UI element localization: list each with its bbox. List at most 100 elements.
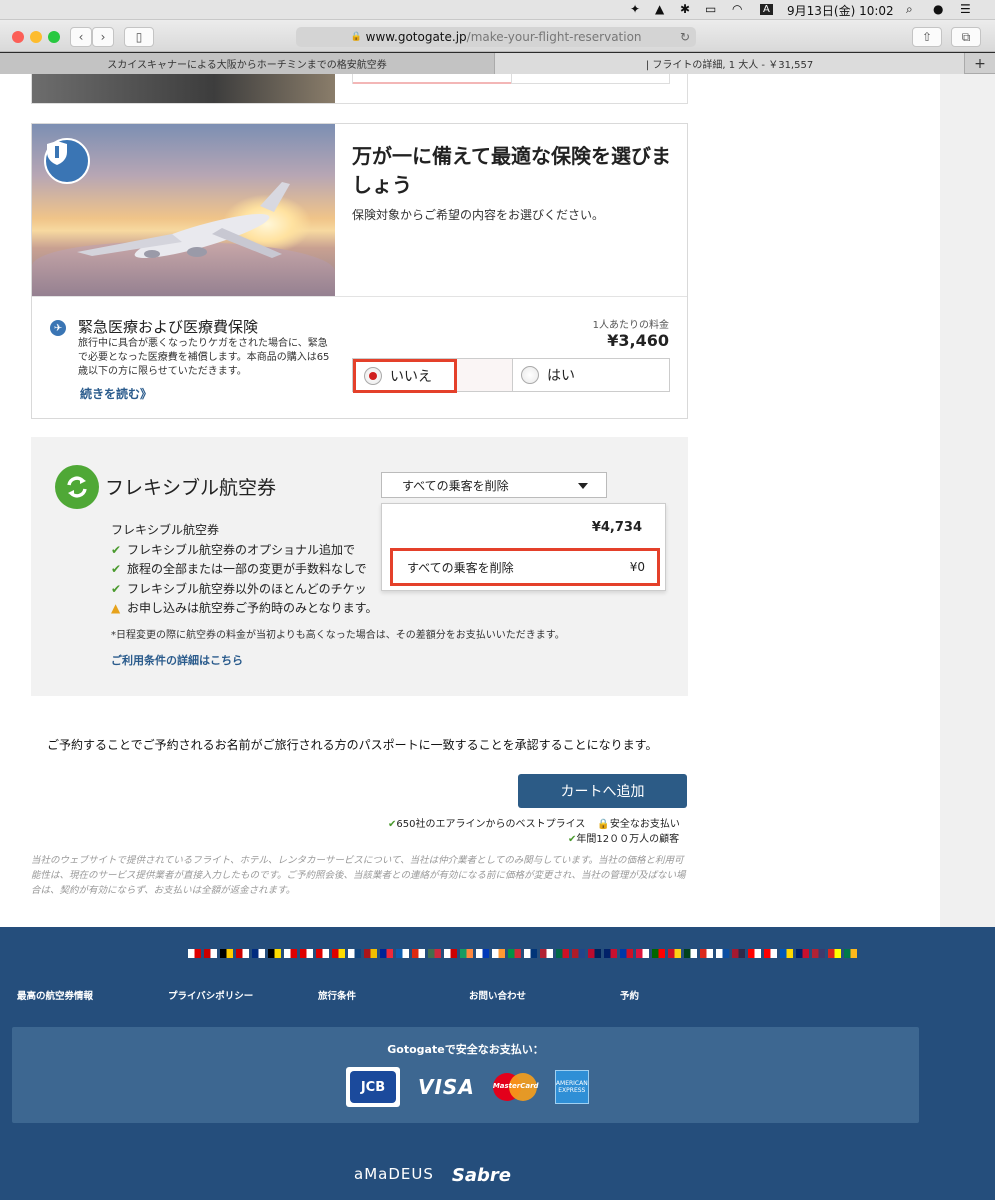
- country-flag-icon[interactable]: [364, 949, 377, 958]
- disclaimer-text: 当社のウェブサイトで提供されているフライト、ホテル、レンタカーサービスについて、…: [31, 855, 686, 896]
- country-flag-icon[interactable]: [220, 949, 233, 958]
- list-item: ✔ フレキシブル航空券以外のほとんどのチケッ: [111, 580, 377, 600]
- country-flag-icon[interactable]: [316, 949, 329, 958]
- airplay-icon[interactable]: ▭: [705, 2, 716, 16]
- best-price-badge: ✔650社のエアラインからのベストプライス: [388, 815, 585, 830]
- option-yes[interactable]: はい: [512, 359, 670, 391]
- country-flag-icon[interactable]: [188, 949, 201, 958]
- zoom-window-button[interactable]: [48, 31, 60, 43]
- country-flag-icon[interactable]: [252, 949, 265, 958]
- country-flag-icon[interactable]: [300, 949, 313, 958]
- country-flag-icon[interactable]: [796, 949, 809, 958]
- country-flag-icon[interactable]: [828, 949, 841, 958]
- bullet-text: フレキシブル航空券以外のほとんどのチケッ: [127, 581, 367, 596]
- footer-link-booking[interactable]: 予約: [620, 988, 639, 1002]
- share-button[interactable]: ⇧: [912, 27, 942, 47]
- country-flag-icon[interactable]: [540, 949, 553, 958]
- footer-link-contact[interactable]: お問い合わせ: [469, 988, 526, 1002]
- country-flag-icon[interactable]: [812, 949, 825, 958]
- dropdown-price[interactable]: ¥4,734: [382, 520, 642, 535]
- passenger-select[interactable]: すべての乗客を削除: [381, 472, 607, 498]
- shield-glyph: [47, 141, 67, 165]
- back-button[interactable]: ‹: [70, 27, 92, 47]
- close-window-button[interactable]: [12, 31, 24, 43]
- country-flag-icon[interactable]: [732, 949, 745, 958]
- country-flag-icon[interactable]: [236, 949, 249, 958]
- country-flag-icon[interactable]: [780, 949, 793, 958]
- terms-link[interactable]: ご利用条件の詳細はこちら: [111, 652, 243, 668]
- dropdown-option-label: すべての乗客を削除: [407, 560, 514, 575]
- footer-link-travel-terms[interactable]: 旅行条件: [318, 988, 356, 1002]
- input-source-icon[interactable]: A: [760, 4, 773, 15]
- sidebar-button[interactable]: ▯: [124, 27, 154, 47]
- country-flag-icon[interactable]: [444, 949, 457, 958]
- country-flag-icon[interactable]: [572, 949, 585, 958]
- address-bar[interactable]: 🔒 www.gotogate.jp/make-your-flight-reser…: [296, 27, 696, 47]
- country-flag-icon[interactable]: [716, 949, 729, 958]
- forward-button[interactable]: ›: [92, 27, 114, 47]
- footer-link-best-tickets[interactable]: 最高の航空券情報: [17, 988, 93, 1002]
- price-difference-note: *日程変更の際に航空券の料金が当初よりも高くなった場合は、その差額分をお支払いい…: [111, 630, 565, 641]
- country-flag-icon[interactable]: [668, 949, 681, 958]
- country-flag-icon[interactable]: [508, 949, 521, 958]
- country-flag-icon[interactable]: [204, 949, 217, 958]
- country-flag-icon[interactable]: [332, 949, 345, 958]
- chevron-left-icon: ‹: [78, 30, 84, 44]
- spotlight-icon[interactable]: ⌕: [906, 2, 913, 17]
- option-no[interactable]: いいえ: [353, 359, 457, 393]
- sabre-logo: Sabre: [451, 1165, 511, 1186]
- siri-icon[interactable]: ●: [933, 2, 943, 16]
- warning-icon: ▲: [111, 601, 121, 615]
- country-flag-icon[interactable]: [844, 949, 857, 958]
- country-flag-icon[interactable]: [748, 949, 761, 958]
- tabs-overview-button[interactable]: ⧉: [951, 27, 981, 47]
- partner-brands: aMaDEUS Sabre: [0, 1165, 930, 1186]
- tab-flight-details[interactable]: | フライトの詳細, 1 大人 - ￥31,557: [495, 53, 965, 74]
- country-flag-icon[interactable]: [556, 949, 569, 958]
- footer-link-privacy[interactable]: プライバシポリシー: [168, 988, 253, 1002]
- country-flag-icon[interactable]: [588, 949, 601, 958]
- country-flag-icon[interactable]: [460, 949, 473, 958]
- new-tab-button[interactable]: +: [965, 53, 995, 74]
- tabs-icon: ⧉: [961, 29, 971, 44]
- minimize-window-button[interactable]: [30, 31, 42, 43]
- read-more-link[interactable]: 続きを読む》: [80, 385, 152, 402]
- dropbox-icon[interactable]: ✦: [630, 2, 640, 16]
- country-flag-icon[interactable]: [428, 949, 441, 958]
- country-flag-icon[interactable]: [652, 949, 665, 958]
- medical-insurance-description: 旅行中に具合が悪くなったりケガをされた場合に、緊急で必要となった医療費を補償しま…: [78, 338, 330, 377]
- country-flag-icon[interactable]: [492, 949, 505, 958]
- notification-center-icon[interactable]: ☰: [960, 2, 971, 16]
- passport-consent-text: ご予約することでご予約されるお名前がご旅行される方のパスポートに一致することを承…: [47, 738, 658, 752]
- vlc-icon[interactable]: ▲: [655, 2, 664, 16]
- country-flag-icon[interactable]: [284, 949, 297, 958]
- amex-logo: AMERICAN EXPRESS: [554, 1070, 589, 1104]
- add-to-cart-button[interactable]: カートへ追加: [518, 774, 687, 808]
- tab-skyscanner[interactable]: スカイスキャナーによる大阪からホーチミンまでの格安航空券: [0, 53, 495, 74]
- country-flag-icon[interactable]: [476, 949, 489, 958]
- card-logos: JCB VISA MasterCard AMERICAN EXPRESS: [346, 1067, 589, 1107]
- macos-menubar: ✦ ▲ ✱ ▭ ◠ A 9月13日(金) 10:02 ⌕ ● ☰: [0, 0, 995, 20]
- bluetooth-icon[interactable]: ✱: [680, 2, 690, 16]
- country-flag-icon[interactable]: [380, 949, 393, 958]
- country-flag-icon[interactable]: [636, 949, 649, 958]
- country-flag-icon[interactable]: [684, 949, 697, 958]
- check-icon: ✔: [111, 542, 122, 557]
- url-host: www.gotogate.jp: [365, 30, 467, 44]
- country-flag-icon[interactable]: [700, 949, 713, 958]
- option-spacer: [457, 359, 512, 391]
- country-flag-icon[interactable]: [764, 949, 777, 958]
- airplane-sunset-image: [32, 124, 335, 296]
- lock-icon: 🔒: [597, 819, 610, 830]
- wifi-icon[interactable]: ◠: [732, 2, 742, 16]
- country-flag-icon[interactable]: [268, 949, 281, 958]
- reload-icon[interactable]: ↻: [680, 30, 690, 44]
- clock[interactable]: 9月13日(金) 10:02: [787, 2, 894, 19]
- country-flag-icon[interactable]: [524, 949, 537, 958]
- country-flag-icon[interactable]: [348, 949, 361, 958]
- country-flag-icon[interactable]: [604, 949, 617, 958]
- country-flag-icon[interactable]: [620, 949, 633, 958]
- country-flag-icon[interactable]: [412, 949, 425, 958]
- dropdown-option-remove-all[interactable]: すべての乗客を削除 ¥0: [390, 548, 660, 586]
- country-flag-icon[interactable]: [396, 949, 409, 958]
